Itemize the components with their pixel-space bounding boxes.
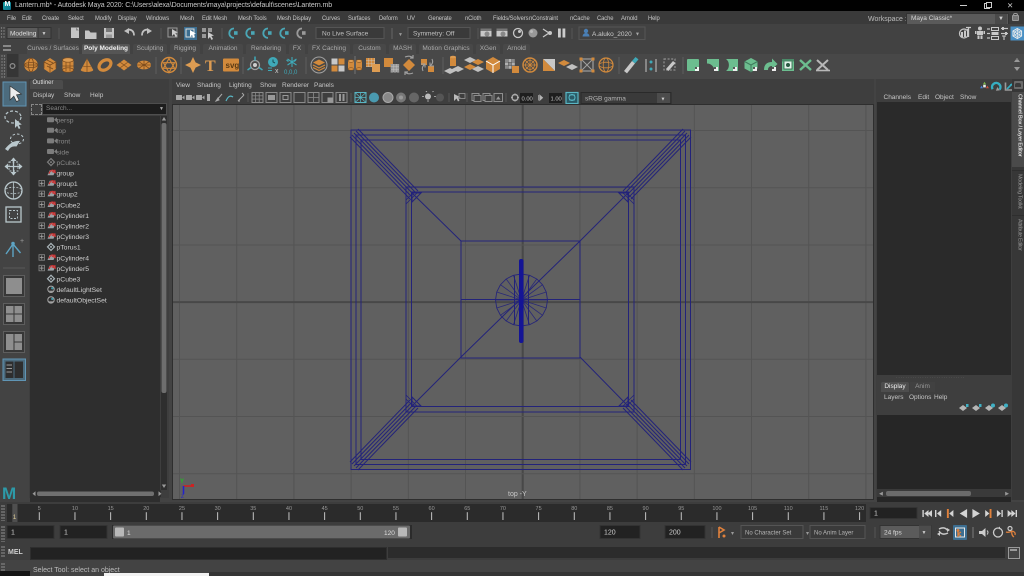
svg-text:115: 115 (820, 506, 829, 512)
svg-text:60: 60 (429, 506, 435, 512)
svg-text:1.00: 1.00 (551, 97, 562, 103)
svg-text:side: side (57, 149, 70, 156)
svg-text:Modeling: Modeling (10, 31, 37, 38)
svg-text:top: top (57, 128, 67, 135)
svg-text:pCylinder5: pCylinder5 (57, 266, 90, 273)
svg-text:110: 110 (784, 506, 793, 512)
svg-text:sRGB gamma: sRGB gamma (585, 96, 626, 103)
svg-text:svg: svg (226, 61, 240, 70)
svg-text:1: 1 (64, 530, 68, 537)
svg-text:▼: ▼ (635, 32, 640, 38)
svg-text:+: + (20, 238, 24, 245)
svg-text:No Live Surface: No Live Surface (322, 31, 369, 38)
svg-text:pCube1: pCube1 (57, 160, 81, 167)
svg-text:Symmetry: Off: Symmetry: Off (413, 31, 455, 38)
svg-text:100: 100 (712, 506, 721, 512)
svg-text:defaultLightSet: defaultLightSet (57, 287, 102, 294)
svg-text:85: 85 (607, 506, 613, 512)
svg-text:75: 75 (536, 506, 542, 512)
svg-text:No Anim Layer: No Anim Layer (814, 531, 853, 537)
svg-text:50: 50 (357, 506, 363, 512)
svg-text:70: 70 (500, 506, 506, 512)
svg-text:15: 15 (108, 506, 114, 512)
svg-text:▼: ▼ (661, 97, 666, 103)
svg-text:Y: Y (180, 479, 184, 485)
svg-text:80: 80 (571, 506, 577, 512)
svg-text:20: 20 (143, 506, 149, 512)
svg-text:0,0,0: 0,0,0 (284, 70, 298, 76)
svg-text:M: M (2, 484, 16, 502)
svg-text:front: front (57, 139, 71, 146)
svg-text:1: 1 (13, 514, 17, 521)
svg-text:x: x (275, 68, 279, 75)
svg-text:5: 5 (38, 506, 41, 512)
svg-text:105: 105 (748, 506, 757, 512)
svg-text:group1: group1 (57, 181, 78, 188)
svg-text:group: group (57, 171, 75, 178)
svg-text:pCylinder2: pCylinder2 (57, 224, 90, 231)
svg-text:pCylinder4: pCylinder4 (57, 255, 90, 262)
svg-text:▾: ▾ (806, 531, 809, 537)
svg-text:1: 1 (11, 530, 15, 537)
svg-text:pCube3: pCube3 (57, 277, 81, 284)
svg-text:65: 65 (464, 506, 470, 512)
svg-text:group2: group2 (57, 192, 78, 199)
svg-text:35: 35 (250, 506, 256, 512)
svg-text:120: 120 (384, 530, 395, 537)
svg-text:95: 95 (678, 506, 684, 512)
svg-text:10: 10 (72, 506, 78, 512)
svg-text:A.aluko_2020: A.aluko_2020 (592, 31, 632, 38)
svg-text:pCube2: pCube2 (57, 202, 81, 209)
svg-text:1: 1 (874, 511, 878, 518)
svg-text:No Character Set: No Character Set (745, 531, 792, 537)
svg-text:▼: ▼ (398, 32, 403, 38)
svg-text:24 fps: 24 fps (884, 530, 902, 537)
svg-text:55: 55 (393, 506, 399, 512)
svg-text:pCylinder1: pCylinder1 (57, 213, 90, 220)
svg-text:200: 200 (669, 530, 681, 537)
svg-text:▼: ▼ (922, 530, 927, 536)
svg-text:0.00: 0.00 (522, 97, 533, 103)
svg-text:pTorus1: pTorus1 (57, 245, 81, 252)
svg-text:25: 25 (179, 506, 185, 512)
svg-text:defaultObjectSet: defaultObjectSet (57, 298, 107, 305)
svg-text:40: 40 (286, 506, 292, 512)
svg-text:▼: ▼ (42, 31, 47, 37)
svg-text:30: 30 (215, 506, 221, 512)
svg-text:top -Y: top -Y (508, 491, 527, 498)
svg-text:pCylinder3: pCylinder3 (57, 234, 90, 241)
svg-text:persp: persp (57, 118, 74, 125)
svg-text:▾: ▾ (731, 531, 734, 537)
svg-text:90: 90 (643, 506, 649, 512)
svg-text:1: 1 (127, 530, 131, 537)
svg-text:45: 45 (322, 506, 328, 512)
svg-text:120: 120 (855, 506, 864, 512)
svg-text:T: T (205, 58, 216, 75)
svg-text:120: 120 (604, 530, 616, 537)
